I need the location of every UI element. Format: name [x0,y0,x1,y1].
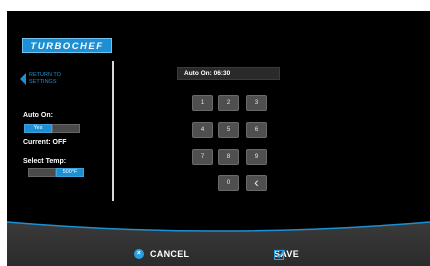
key-8[interactable]: 8 [218,149,239,165]
key-1[interactable]: 1 [192,95,213,111]
cancel-x-icon: × [134,249,144,259]
temp-option-500[interactable]: 500°F [56,168,84,177]
save-button[interactable]: SAVE [274,249,299,260]
footer-wave [7,221,430,266]
auto-on-yes-option[interactable]: Yes [24,124,52,133]
back-arrow-icon [20,73,26,85]
key-2[interactable]: 2 [218,95,239,111]
key-7[interactable]: 7 [192,149,213,165]
auto-on-no-option[interactable] [52,124,80,133]
key-5[interactable]: 5 [218,122,239,138]
cancel-label: CANCEL [150,249,190,259]
key-0[interactable]: 0 [218,175,239,191]
temp-option-off[interactable] [28,168,56,177]
oven-screen: TURBOCHEF RETURN TO SETTINGS Auto On: Ye… [7,11,430,266]
panel-divider [112,61,114,201]
key-9[interactable]: 9 [246,149,267,165]
auto-on-time-display: Auto On: 06:30 [177,67,280,80]
current-status-label: Current: OFF [23,139,67,146]
auto-on-label: Auto On: [23,112,53,119]
backspace-key[interactable]: ‹ [246,175,267,191]
select-temp-label: Select Temp: [23,158,67,165]
temp-toggle[interactable]: 500°F [28,168,84,177]
cancel-button[interactable]: × CANCEL [134,249,189,259]
key-3[interactable]: 3 [246,95,267,111]
footer-bar: × CANCEL SAVE [7,218,430,266]
auto-on-toggle[interactable]: Yes [24,124,80,133]
key-6[interactable]: 6 [246,122,267,138]
save-check-icon [274,249,285,260]
return-to-settings-button[interactable]: RETURN TO SETTINGS [20,72,69,85]
return-to-settings-label: RETURN TO SETTINGS [29,72,61,85]
turbochef-logo: TURBOCHEF [22,38,112,53]
backspace-icon: ‹ [254,174,259,190]
key-4[interactable]: 4 [192,122,213,138]
